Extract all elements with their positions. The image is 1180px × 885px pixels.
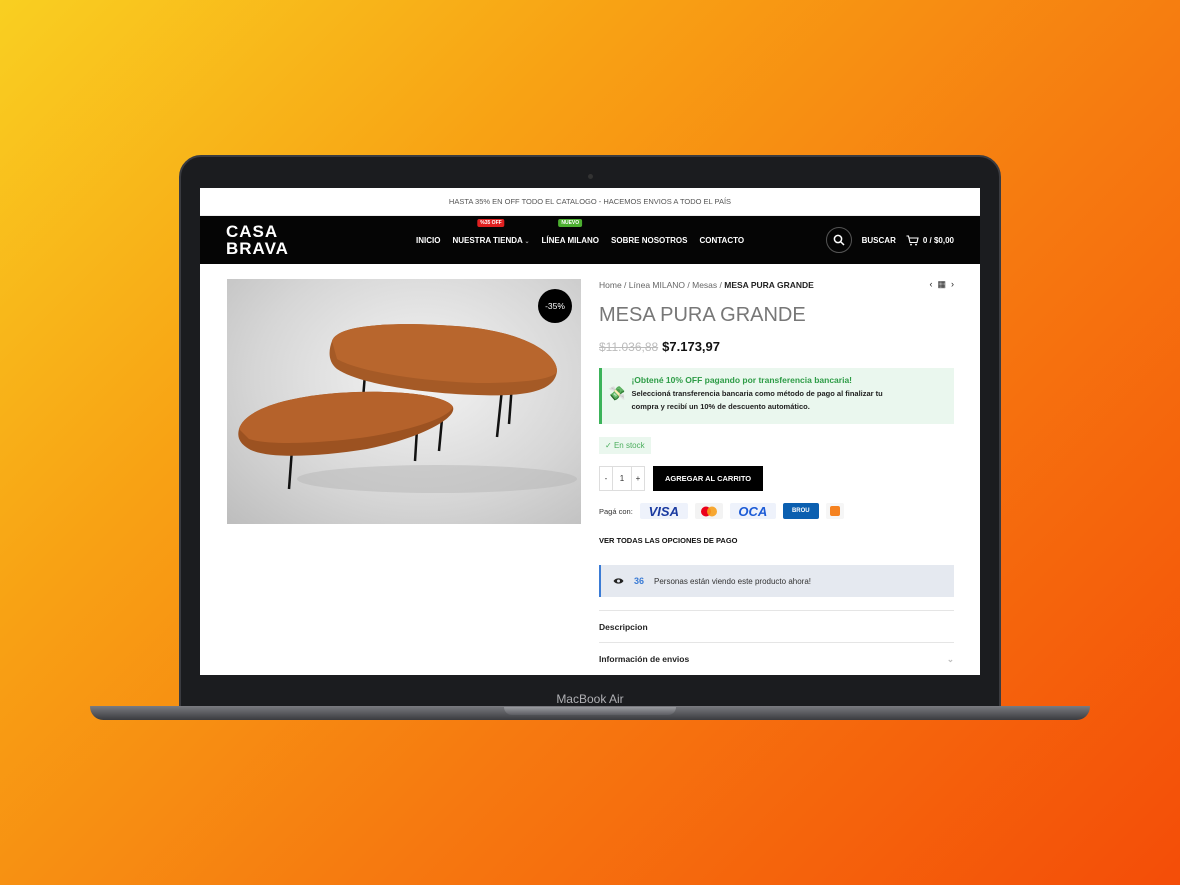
tab-description[interactable]: Descripcion [599,610,954,642]
tab-label: Información de envios [599,654,690,664]
laptop-notch [504,707,676,715]
nav-badge-new: NUEVO [558,218,583,227]
discount-badge: -35% [538,289,572,323]
stock-status: ✓ En stock [599,437,651,454]
logo-line-2: BRAVA [226,239,289,258]
abitab-logo [825,503,844,519]
viewer-text: Personas están viendo este producto ahor… [654,576,812,586]
price-block: $11.036,88 $7.173,97 [599,339,954,354]
promo-line-2: compra y recibí un 10% de descuento auto… [631,402,810,411]
nav-label: CONTACTO [699,235,745,245]
cart-icon [906,234,919,245]
all-payment-options-link[interactable]: VER TODAS LAS OPCIONES DE PAGO [599,536,954,545]
search-label[interactable]: BUSCAR [862,236,896,245]
cart-total: 0 / $0,00 [922,235,954,245]
site-header: CASA BRAVA INICIO %35 OFF NUESTRA TIENDA… [200,216,980,264]
cart-button[interactable]: 0 / $0,00 [906,234,954,246]
product-tabs: Descripcion Información de envios ⌄ [599,610,954,674]
mastercard-logo [694,503,723,519]
qty-input[interactable]: 1 [612,467,632,490]
visa-logo: VISA [639,503,688,519]
nav-contacto[interactable]: CONTACTO [699,236,744,245]
qty-plus-button[interactable]: + [632,467,644,490]
stock-label: En stock [613,441,645,450]
chevron-right-icon[interactable]: › [951,279,954,290]
search-icon [833,234,845,246]
product-title: MESA PURA GRANDE [599,304,806,326]
live-viewers-notice: 36 Personas están viendo este producto a… [599,565,954,597]
nav-badge-sale: %35 OFF [477,218,505,227]
search-button[interactable] [825,227,852,253]
check-icon: ✓ [605,441,612,450]
nav-label: LÍNEA MILANO [541,235,600,245]
breadcrumb-current: MESA PURA GRANDE [724,279,814,290]
logo[interactable]: CASA BRAVA [226,223,416,257]
oca-logo: OCA [729,503,776,519]
logo-line-1: CASA [226,222,279,241]
add-to-cart-row: - 1 + AGREGAR AL CARRITO [599,466,954,491]
add-to-cart-button[interactable]: AGREGAR AL CARRITO [653,466,764,491]
payment-methods: Pagá con: VISA OCA BROU [599,503,954,519]
main-nav: INICIO %35 OFF NUESTRA TIENDA ⌄ NUEVO LÍ… [416,218,826,245]
promo-text: Seleccioná transferencia bancaria como m… [631,387,882,413]
viewer-count: 36 [634,576,645,586]
transfer-promo: 💸 ¡Obtené 10% OFF pagando por transferen… [599,368,954,424]
header-tools: BUSCAR 0 / $0,00 [825,227,954,253]
grid-icon[interactable]: ▦ [937,279,946,290]
tab-label: Descripcion [599,622,648,632]
quantity-stepper: - 1 + [599,466,645,491]
announcement-bar: HASTA 35% EN OFF TODO EL CATALOGO - HACE… [200,188,980,216]
brou-logo: BROU [782,503,819,519]
old-price: $11.036,88 [599,340,659,354]
eye-icon [613,578,624,584]
product-info: Home / Línea MILANO / Mesas / MESA PURA … [599,279,954,674]
promo-line-1: Seleccioná transferencia bancaria como m… [631,389,883,398]
product-page: -35% Home / Línea MILANO / Mesas / MESA … [200,264,980,675]
breadcrumb-category[interactable]: Mesas [692,280,717,290]
product-navigation: ‹ ▦ › [929,279,954,290]
current-price: $7.173,97 [662,339,721,354]
nav-nuestra-tienda[interactable]: %35 OFF NUESTRA TIENDA ⌄ [452,218,530,245]
nav-label: SOBRE NOSOTROS [611,235,688,245]
chevron-down-icon: ⌄ [946,654,954,664]
browser-screen: HASTA 35% EN OFF TODO EL CATALOGO - HACE… [200,188,980,675]
breadcrumb: Home / Línea MILANO / Mesas / MESA PURA … [599,279,954,290]
camera [588,174,593,179]
pay-with-label: Pagá con: [599,506,633,516]
nav-inicio[interactable]: INICIO [416,236,440,245]
chevron-down-icon: ⌄ [522,238,530,245]
nav-linea-milano[interactable]: NUEVO LÍNEA MILANO [541,218,600,245]
breadcrumb-line[interactable]: Línea MILANO [629,280,685,290]
qty-minus-button[interactable]: - [600,467,612,490]
nav-label: INICIO [416,235,441,245]
breadcrumb-home[interactable]: Home [599,280,622,290]
table-illustration [238,324,577,493]
money-icon: 💸 [608,385,626,401]
device-label: MacBook Air [183,688,997,708]
nav-label: NUESTRA TIENDA [452,235,523,245]
nav-sobre-nosotros[interactable]: SOBRE NOSOTROS [611,236,687,245]
tab-shipping[interactable]: Información de envios ⌄ [599,642,954,674]
chevron-left-icon[interactable]: ‹ [929,279,932,290]
promo-title: ¡Obtené 10% OFF pagando por transferenci… [631,375,853,385]
product-image[interactable] [227,279,581,524]
